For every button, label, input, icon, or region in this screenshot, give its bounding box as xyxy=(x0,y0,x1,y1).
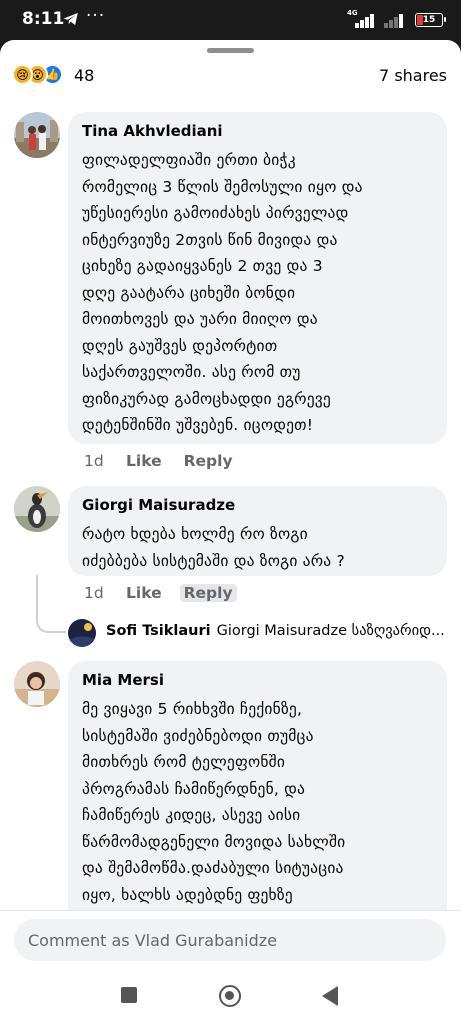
signal-icon-secondary xyxy=(381,12,409,28)
comment-line: ფიზიკურად გამოცხადდი ეგრევე xyxy=(82,389,332,408)
shares-count[interactable]: 7 shares xyxy=(379,66,447,85)
reply-thread-line xyxy=(36,575,66,633)
reply-preview[interactable]: Sofi Tsiklauri Giorgi Maisuradze საზღვარი… xyxy=(106,623,445,639)
comment-line: პროგრამას ჩამიწერდნენ, და xyxy=(82,779,306,798)
comment-text: მე ვიყავი 5 რიხხვში ჩექინზე, სისტემაში ვ… xyxy=(82,696,433,908)
sheet-drag-handle[interactable] xyxy=(207,48,254,53)
reply-text: Giorgi Maisuradze საზღვარიდ... xyxy=(216,623,445,639)
avatar[interactable] xyxy=(68,619,96,647)
comment-author[interactable]: Giorgi Maisuradze xyxy=(82,495,433,515)
back-triangle-icon[interactable] xyxy=(322,986,338,1006)
comment-line: უწესიერესი გამოიძახეს პირველად xyxy=(82,204,349,222)
status-right-cluster: 4G 15 xyxy=(347,9,446,31)
comment-meta: 1d Like Reply xyxy=(84,452,233,470)
avatar[interactable] xyxy=(14,112,60,158)
comment-composer-bar: Comment as Vlad Gurabanidze xyxy=(0,910,461,968)
comment-line: რომელიც 3 წლის შემოსული იყო და xyxy=(82,177,363,196)
comment-bubble[interactable]: Giorgi Maisuradze რატო ხდება ხოლმე რო ზო… xyxy=(68,486,447,576)
comment-line: მე ვიყავი 5 რიხხვში ჩექინზე, xyxy=(82,700,303,718)
comment-line: დღე გაატარა ციხეში ბონდი xyxy=(82,283,296,302)
recents-square-icon[interactable] xyxy=(121,987,137,1003)
more-dots-icon: ··· xyxy=(86,6,106,26)
signal-icon: 4G xyxy=(347,9,375,28)
comment-line: საქართველოში. ასე რომ თუ xyxy=(82,363,301,381)
reply-button[interactable]: Reply xyxy=(184,452,233,470)
comment-text: რატო ხდება ხოლმე რო ზოგი იძებბება სისტემ… xyxy=(82,521,433,574)
comment-author[interactable]: Tina Akhvlediani xyxy=(82,121,433,141)
comment-line: იძებბება სისტემაში და ზოგი არა ? xyxy=(82,551,345,570)
comment-line: დეტენშინში უშვებენ. იცოდეთ! xyxy=(82,416,314,434)
comment-time[interactable]: 1d xyxy=(84,584,126,602)
comment-line: წარმომადგენელი მოვიდა სახლში xyxy=(82,832,346,851)
comment-line: და შემამოწმა.დაძაბული სიტუაცია xyxy=(82,859,344,877)
reply-button[interactable]: Reply xyxy=(179,584,237,602)
battery-icon: 15 xyxy=(415,13,446,27)
battery-level: 15 xyxy=(422,15,436,25)
home-circle-icon[interactable] xyxy=(219,985,241,1007)
avatar[interactable] xyxy=(14,661,60,707)
comment-line: ციხეზე გადაიყვანეს 2 თვე და 3 xyxy=(82,257,323,275)
comment-line: ინტერვიუზე 2თვის წინ მივიდა და xyxy=(82,230,338,249)
system-nav-bar xyxy=(0,968,461,1024)
status-bar: 8:11 ··· 4G 15 xyxy=(0,0,461,40)
avatar[interactable] xyxy=(14,486,60,532)
comment-author[interactable]: Mia Mersi xyxy=(82,670,433,690)
sad-icon: 😢 xyxy=(12,64,33,85)
reply-author[interactable]: Sofi Tsiklauri xyxy=(106,623,211,639)
comments-sheet[interactable]: 😢 😮 👍 48 7 shares Tina Akhvlediani ფილად… xyxy=(0,40,461,968)
like-button[interactable]: Like xyxy=(126,452,162,470)
comment-input[interactable]: Comment as Vlad Gurabanidze xyxy=(14,919,446,961)
network-type-label: 4G xyxy=(347,9,358,17)
comment-line: ფილადელფიაში ერთი ბიჭკ xyxy=(82,151,296,169)
reaction-count[interactable]: 48 xyxy=(74,66,94,85)
comment-line: მოითხოვეს და უარი მიიღო და xyxy=(82,310,318,328)
comment-text: ფილადელფიაში ერთი ბიჭკ რომელიც 3 წლის შე… xyxy=(82,147,433,439)
like-button[interactable]: Like xyxy=(126,584,162,602)
comment-line: ჩამიწერეს კიდეც, ასევე აისი xyxy=(82,806,301,824)
comment-line: სისტემაში ვიძებნებოდი თუმცა xyxy=(82,726,314,745)
reaction-icons[interactable]: 😢 😮 👍 xyxy=(12,64,63,85)
comment-line: რატო ხდება ხოლმე რო ზოგი xyxy=(82,525,308,543)
comment-meta: 1d Like Reply xyxy=(84,584,237,602)
comment-line: მითხრეს რომ ტელეფონში xyxy=(82,753,286,771)
status-time: 8:11 xyxy=(22,9,65,29)
post-stats-row: 😢 😮 👍 48 7 shares xyxy=(0,62,461,90)
comment-line: იყო, ხალხს ადებდნე ფეხზე xyxy=(82,885,293,904)
comment-bubble[interactable]: Tina Akhvlediani ფილადელფიაში ერთი ბიჭკ … xyxy=(68,112,447,444)
telegram-icon xyxy=(63,13,78,25)
comment-line: დღეს გაუშვეს დეპორტით xyxy=(82,336,278,355)
comment-time[interactable]: 1d xyxy=(84,452,126,470)
